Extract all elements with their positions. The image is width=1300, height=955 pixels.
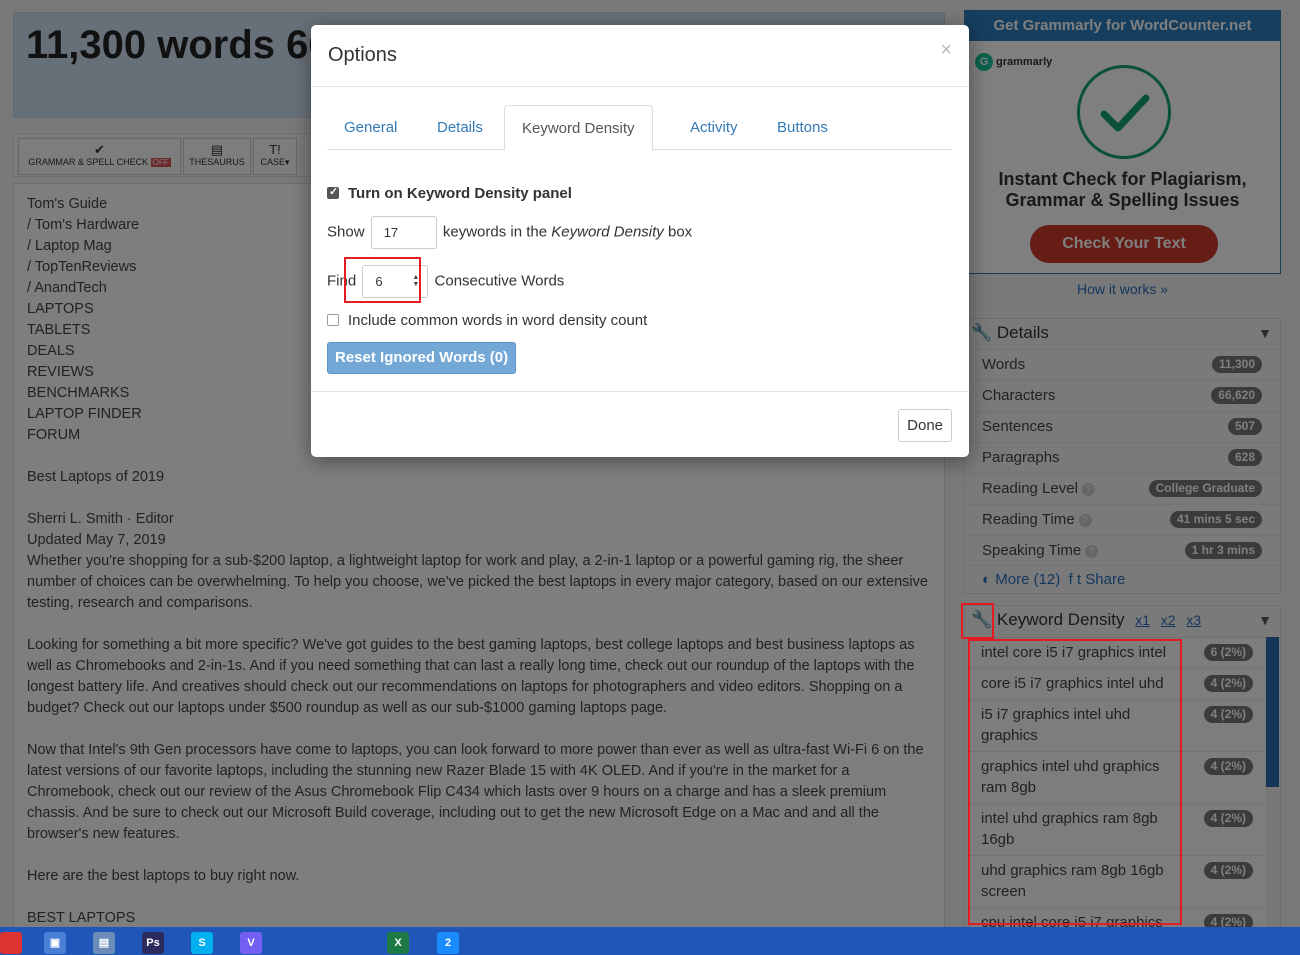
stepper-arrows-icon[interactable]: ▲ ▼	[412, 274, 419, 288]
tab-buttons[interactable]: Buttons	[760, 105, 845, 150]
show-suffix-post: box	[667, 223, 693, 241]
find-count-stepper[interactable]: 6 ▲ ▼	[362, 265, 429, 298]
turn-on-keyword-density-option[interactable]: Turn on Keyword Density panel	[327, 185, 572, 202]
include-common-words-option[interactable]: Include common words in word density cou…	[327, 312, 647, 329]
include-common-words-label: Include common words in word density cou…	[348, 312, 648, 329]
close-icon[interactable]: ×	[940, 39, 952, 62]
turn-on-keyword-density-checkbox[interactable]	[327, 185, 339, 200]
find-label: Find	[327, 272, 357, 290]
include-common-words-checkbox[interactable]	[327, 314, 339, 327]
ps-icon[interactable]: Ps	[142, 932, 164, 954]
skype-icon[interactable]: S	[191, 932, 213, 954]
find-suffix: Consecutive Words	[434, 272, 565, 290]
find-consecutive-option: Find 6 ▲ ▼ Consecutive Words	[327, 265, 564, 298]
files-icon[interactable]: ▤	[93, 932, 115, 954]
reset-ignored-words-button[interactable]: Reset Ignored Words (0)	[327, 342, 517, 374]
windows-taskbar: ▣ ▤ Ps S V X 2	[0, 927, 1300, 955]
modal-footer: Done	[311, 391, 969, 457]
show-label: Show	[327, 223, 365, 241]
show-keywords-option: Show 17 keywords in the Keyword Density …	[327, 216, 692, 249]
computer-icon[interactable]: ▣	[44, 932, 66, 954]
messenger-icon[interactable]: 2	[437, 932, 459, 954]
modal-title: Options	[328, 44, 397, 66]
options-modal: Options × General Details Keyword Densit…	[311, 25, 969, 457]
turn-on-label: Turn on Keyword Density panel	[348, 185, 572, 202]
show-suffix-em: Keyword Density	[551, 223, 664, 241]
tab-keyword-density[interactable]: Keyword Density	[504, 105, 653, 151]
excel-icon[interactable]: X	[387, 932, 409, 954]
done-button[interactable]: Done	[898, 409, 952, 442]
chrome-icon[interactable]	[0, 932, 22, 954]
show-count-input[interactable]: 17	[370, 216, 437, 249]
tab-details[interactable]: Details	[420, 105, 500, 150]
viber-icon[interactable]: V	[240, 932, 262, 954]
options-tabs: General Details Keyword Density Activity…	[327, 105, 952, 151]
tab-general[interactable]: General	[327, 105, 414, 150]
show-suffix-pre: keywords in the	[442, 223, 548, 241]
modal-header: Options ×	[311, 25, 969, 87]
tab-activity[interactable]: Activity	[673, 105, 755, 150]
